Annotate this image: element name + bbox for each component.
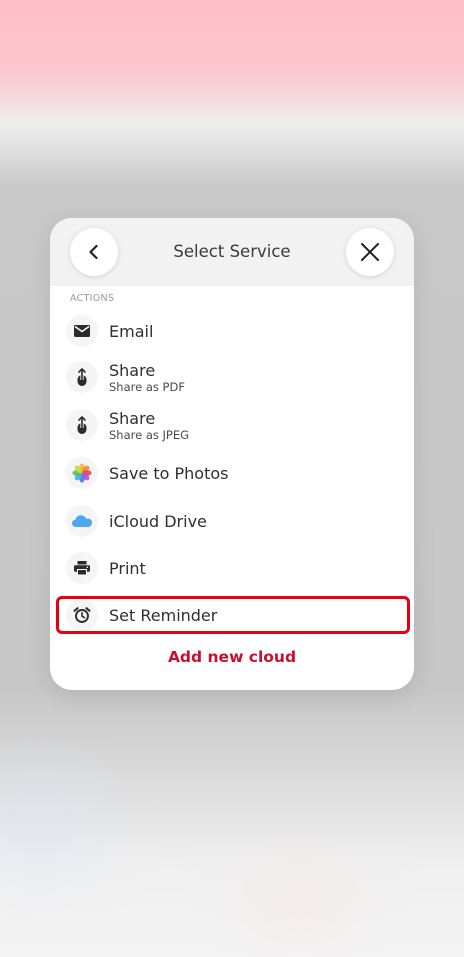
service-item-save-to-photos[interactable]: Save to Photos xyxy=(56,452,408,494)
service-item-icloud-drive[interactable]: iCloud Drive xyxy=(56,500,408,542)
service-item-sublabel: Share as JPEG xyxy=(109,427,190,442)
service-item-share-pdf[interactable]: Share Share as PDF xyxy=(56,356,408,398)
printer-icon xyxy=(66,552,98,584)
service-item-sublabel: Share as PDF xyxy=(109,379,185,394)
share-icon xyxy=(66,361,98,393)
service-item-label: Share xyxy=(109,360,156,380)
photos-icon xyxy=(66,457,98,489)
icloud-icon xyxy=(66,505,98,537)
service-item-email[interactable]: Email xyxy=(56,310,408,352)
close-button[interactable] xyxy=(346,228,394,276)
service-item-label: Set Reminder xyxy=(109,605,218,625)
service-item-label: Save to Photos xyxy=(109,463,229,483)
service-item-share-jpeg[interactable]: Share Share as JPEG xyxy=(56,404,408,446)
background-blur xyxy=(0,770,100,880)
service-item-label: Share xyxy=(109,408,156,428)
close-icon xyxy=(361,243,379,261)
service-item-print[interactable]: Print xyxy=(56,547,408,589)
service-item-set-reminder[interactable]: Set Reminder xyxy=(56,594,408,636)
background-blur xyxy=(240,860,360,940)
service-item-label: Email xyxy=(109,321,154,341)
section-label-actions: ACTIONS xyxy=(70,293,115,304)
chevron-left-icon xyxy=(89,244,98,260)
mail-icon xyxy=(66,315,98,347)
service-item-label: iCloud Drive xyxy=(109,511,207,531)
alarm-clock-icon xyxy=(66,599,98,631)
service-item-label: Print xyxy=(109,558,146,578)
share-icon xyxy=(66,409,98,441)
add-new-cloud-button[interactable]: Add new cloud xyxy=(50,648,414,666)
back-button[interactable] xyxy=(70,228,118,276)
select-service-sheet: Select Service ACTIONS Email Share Share… xyxy=(50,218,414,690)
